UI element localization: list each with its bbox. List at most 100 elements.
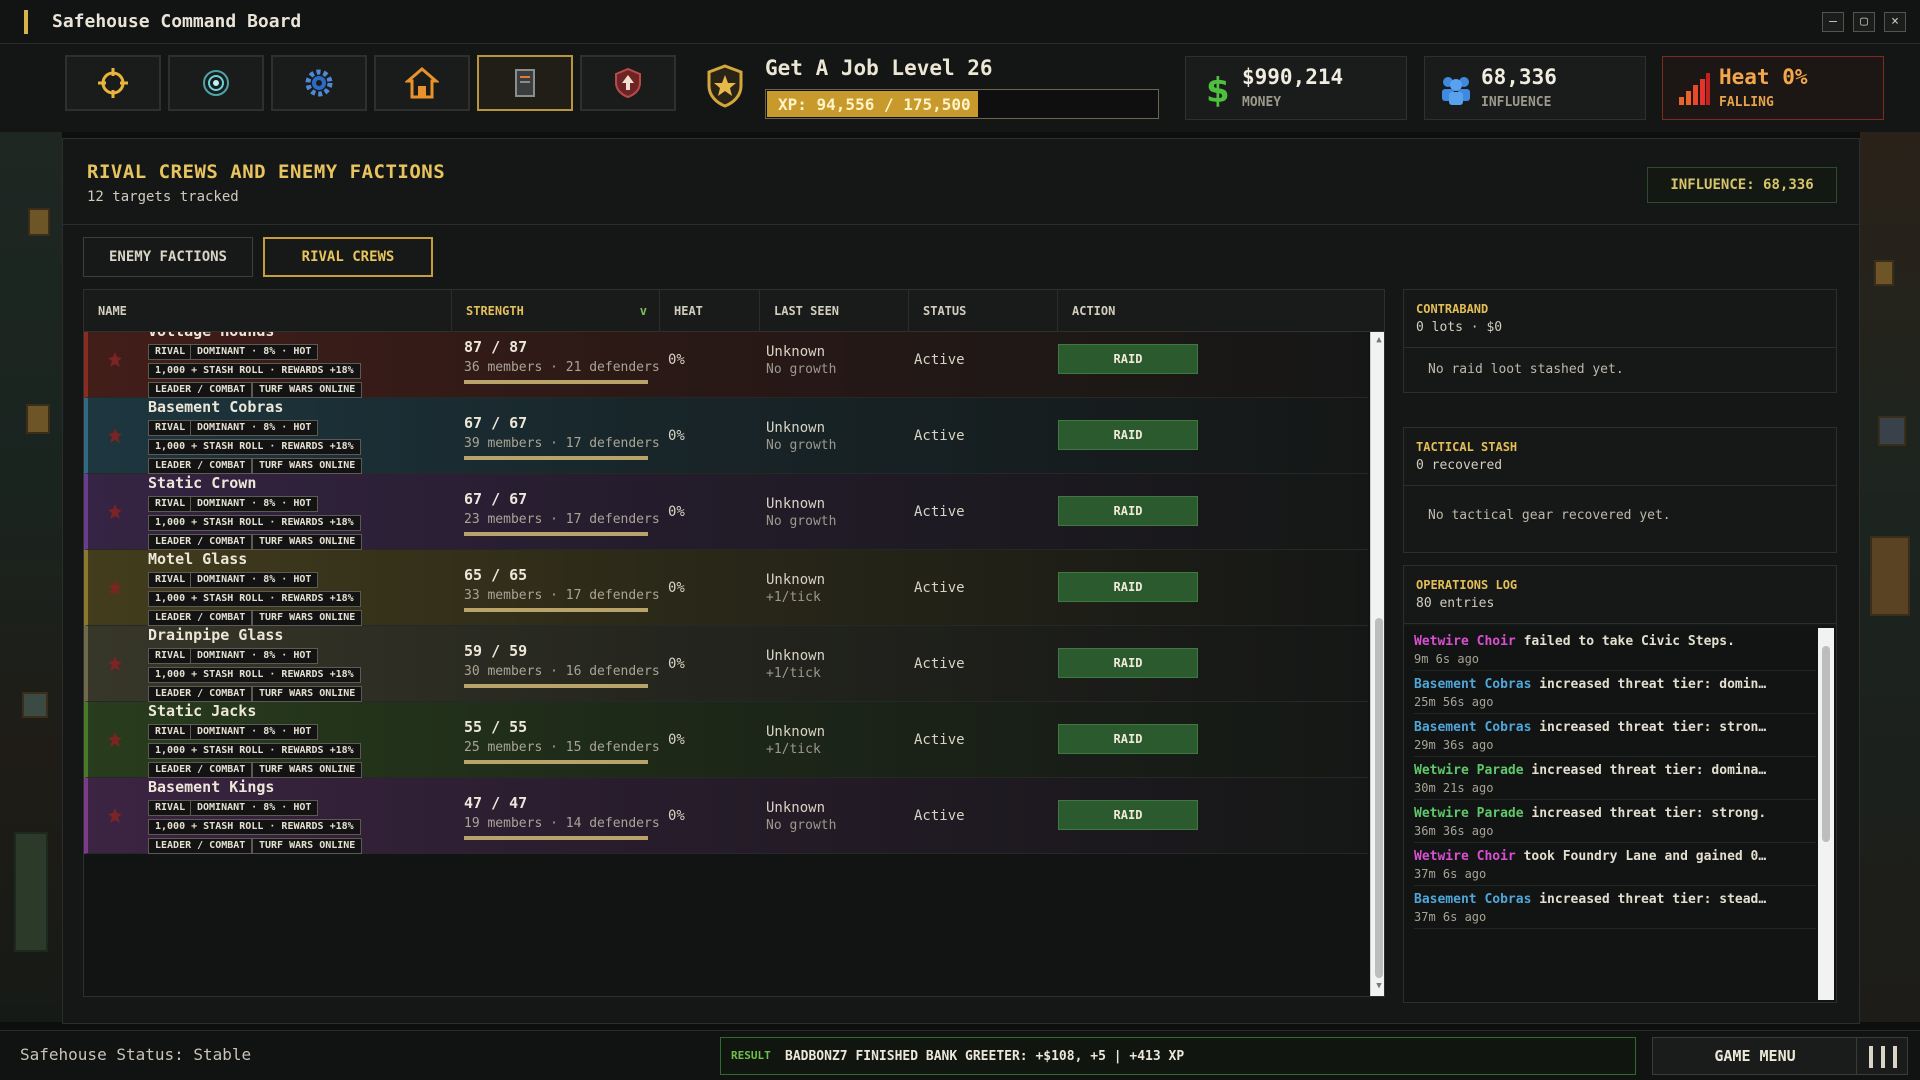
raid-button[interactable]: RAID: [1058, 496, 1198, 526]
strength-bar: [464, 836, 648, 840]
crew-tag-rival: RIVAL: [148, 800, 193, 816]
column-header-name[interactable]: NAME: [84, 290, 452, 332]
strength-bar-fill: [464, 456, 648, 460]
crew-heat: 0%: [668, 656, 685, 672]
left-scenery: [0, 132, 62, 1022]
rivals-panel: RIVAL CREWS AND ENEMY FACTIONS 12 target…: [62, 138, 1860, 1024]
dollar-icon: $: [1206, 71, 1230, 107]
title-bar: Safehouse Command Board – ▢ ×: [0, 0, 1920, 44]
crew-tag-leader: LEADER / COMBAT: [148, 382, 253, 398]
vehicle: [1870, 536, 1910, 616]
minimize-button[interactable]: –: [1822, 12, 1844, 32]
raid-button[interactable]: RAID: [1058, 800, 1198, 830]
gear-icon: [305, 69, 333, 97]
nav-radar-button[interactable]: [168, 55, 264, 111]
menu-bar-icon: [1869, 1046, 1873, 1068]
safehouse-status: Safehouse Status: Stable: [20, 1045, 252, 1064]
log-scrollbar-thumb[interactable]: [1822, 646, 1830, 842]
result-banner: RESULT BADBONZ7 FINISHED BANK GREETER: +…: [720, 1037, 1636, 1075]
crew-strength: 55 / 55: [464, 718, 528, 736]
log-entry-time: 37m 6s ago: [1414, 867, 1487, 881]
log-scrollbar[interactable]: [1818, 628, 1834, 1000]
crew-members: 23 members · 17 defenders: [464, 512, 660, 527]
log-entry-text: increased threat tier: strong.: [1523, 806, 1767, 821]
log-entry-actor: Wetwire Parade: [1414, 806, 1524, 821]
table-header: NAME STRENGTH v HEAT LAST SEEN STATUS AC…: [84, 290, 1384, 332]
crew-status: Active: [914, 428, 965, 444]
strength-bar-fill: [464, 532, 648, 536]
crew-emblem-icon: [108, 580, 122, 595]
building-window: [26, 404, 50, 434]
column-header-last-seen[interactable]: LAST SEEN: [760, 290, 909, 332]
tree: [14, 832, 48, 952]
crew-members: 39 members · 17 defenders: [464, 436, 660, 451]
log-entry-actor: Basement Cobras: [1414, 720, 1532, 735]
table-scrollbar[interactable]: ▲ ▼: [1370, 332, 1384, 996]
strength-bar: [464, 684, 648, 688]
raid-button[interactable]: RAID: [1058, 572, 1198, 602]
operations-log-card: OPERATIONS LOG 80 entries Wetwire Choir …: [1403, 565, 1837, 1003]
close-button[interactable]: ×: [1884, 12, 1906, 32]
column-header-status[interactable]: STATUS: [909, 290, 1058, 332]
strength-bar-fill: [464, 684, 648, 688]
crew-name: Basement Cobras: [148, 398, 284, 416]
influence-stat: 68,336 INFLUENCE: [1424, 56, 1646, 120]
player-level: Get A Job Level 26: [765, 56, 993, 80]
game-menu-button[interactable]: GAME MENU: [1652, 1037, 1858, 1075]
column-header-strength[interactable]: STRENGTH v: [452, 290, 660, 332]
hamburger-menu-button[interactable]: [1856, 1037, 1908, 1075]
radar-icon: [203, 70, 229, 96]
crew-tag-leader: LEADER / COMBAT: [148, 762, 253, 778]
maximize-button[interactable]: ▢: [1853, 12, 1875, 32]
menu-bar-icon: [1893, 1046, 1897, 1068]
crew-growth: No growth: [766, 514, 837, 529]
footer-bar: Safehouse Status: Stable RESULT BADBONZ7…: [0, 1030, 1920, 1080]
raid-button[interactable]: RAID: [1058, 724, 1198, 754]
tactical-stash-title: TACTICAL STASH: [1416, 440, 1518, 454]
crew-tag-rival: RIVAL: [148, 724, 193, 740]
log-entry: Wetwire Choir took Foundry Lane and gain…: [1414, 843, 1816, 886]
tab-rival-crews[interactable]: RIVAL CREWS: [263, 237, 433, 277]
crew-last-seen: Unknown: [766, 572, 826, 588]
raid-button[interactable]: RAID: [1058, 648, 1198, 678]
crew-status: Active: [914, 732, 965, 748]
nav-safehouse-button[interactable]: [374, 55, 470, 111]
crew-last-seen: Unknown: [766, 420, 826, 436]
crew-growth: +1/tick: [766, 666, 821, 681]
scroll-down-arrow-icon[interactable]: ▼: [1371, 978, 1384, 994]
nav-documents-button[interactable]: [477, 55, 573, 111]
contraband-summary: 0 lots · $0: [1416, 320, 1503, 335]
crew-tag-rival: RIVAL: [148, 572, 193, 588]
crew-tag-stash: 1,000 + STASH ROLL · REWARDS +18%: [148, 667, 361, 683]
strength-bar: [464, 380, 648, 384]
column-header-action: ACTION: [1072, 304, 1116, 318]
window-title: Safehouse Command Board: [52, 11, 302, 32]
crew-emblem-icon: [108, 732, 122, 747]
nav-settings-button[interactable]: [271, 55, 367, 111]
rival-crews-table: NAME STRENGTH v HEAT LAST SEEN STATUS AC…: [83, 289, 1385, 997]
table-row: Basement Cobras RIVAL DOMINANT · 8% · HOT 1…: [84, 398, 1368, 474]
raid-button[interactable]: RAID: [1058, 344, 1198, 374]
table-row: Motel Glass RIVAL DOMINANT · 8% · HOT 1,000…: [84, 550, 1368, 626]
crew-heat: 0%: [668, 352, 685, 368]
table-row: Drainpipe Glass RIVAL DOMINANT · 8% · HOT 1…: [84, 626, 1368, 702]
nav-defense-button[interactable]: [580, 55, 676, 111]
crew-tag-rival: RIVAL: [148, 648, 193, 664]
nav-crosshair-button[interactable]: [65, 55, 161, 111]
scroll-up-arrow-icon[interactable]: ▲: [1371, 332, 1384, 348]
table-row: Static Crown RIVAL DOMINANT · 8% · HOT 1,00…: [84, 474, 1368, 550]
log-entry: Basement Cobras increased threat tier: d…: [1414, 671, 1816, 714]
tactical-stash-empty-message: No tactical gear recovered yet.: [1428, 508, 1671, 523]
log-entry-message: Wetwire Choir took Foundry Lane and gain…: [1414, 849, 1816, 864]
influence-badge: INFLUENCE: 68,336: [1647, 167, 1837, 203]
crew-tag-dominant: DOMINANT · 8% · HOT: [190, 724, 319, 740]
scrollbar-thumb[interactable]: [1375, 618, 1383, 978]
targets-count: 12 targets tracked: [87, 189, 239, 205]
raid-button[interactable]: RAID: [1058, 420, 1198, 450]
crew-heat: 0%: [668, 580, 685, 596]
log-entry-message: Wetwire Parade increased threat tier: do…: [1414, 763, 1816, 778]
tab-enemy-factions[interactable]: ENEMY FACTIONS: [83, 237, 253, 277]
column-header-heat[interactable]: HEAT: [660, 290, 760, 332]
heat-value: Heat 0%: [1719, 65, 1808, 89]
xp-progress-bar: XP: 94,556 / 175,500: [765, 89, 1159, 119]
